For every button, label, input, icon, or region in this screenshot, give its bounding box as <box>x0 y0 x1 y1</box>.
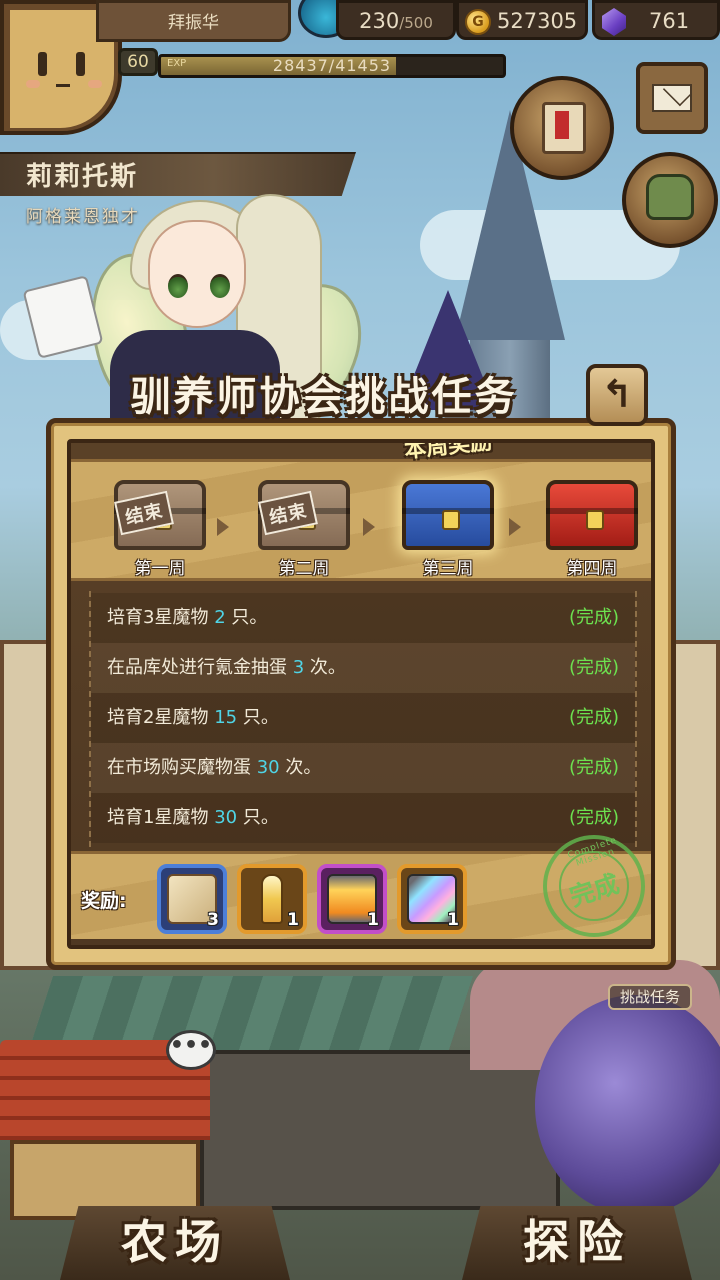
week-label: 第二周 <box>278 559 330 579</box>
task-unit: 次。 <box>279 757 322 778</box>
week-label: 第三周 <box>422 559 474 579</box>
winged-potion-icon <box>261 874 283 924</box>
stamina-bar: 230/500 <box>336 0 456 40</box>
task-unit: 只。 <box>225 607 268 628</box>
back-button[interactable]: ↰ <box>586 364 648 426</box>
gem-amount: 761 <box>649 9 690 33</box>
avatar-cheek <box>88 80 102 88</box>
task-text: 在品库处进行氪金抽蛋 <box>107 657 293 678</box>
exp-bar: EXP 28437/41453 <box>158 54 506 78</box>
envelope-icon <box>652 84 692 112</box>
task-status: (完成) <box>568 707 619 728</box>
scroll-icon <box>542 102 586 154</box>
chat-bubble-icon[interactable]: ••• <box>166 1030 216 1070</box>
reward-item[interactable]: 1 <box>397 864 467 934</box>
arrow-right-icon <box>509 518 521 536</box>
panel-title: 驯养师协会挑战任务 <box>130 374 518 420</box>
player-name: 拜振华 <box>96 0 291 42</box>
week-item[interactable]: 第四周 <box>527 462 651 584</box>
task-text: 在市场购买魔物蛋 <box>107 757 257 778</box>
task-status: (完成) <box>568 607 619 628</box>
week-item[interactable]: 结束 第二周 <box>239 462 369 584</box>
background-purple-tree <box>535 995 720 1215</box>
task-row: 培育3星魔物 2 只。 (完成) <box>91 593 635 643</box>
task-text: 培育3星魔物 <box>107 607 215 628</box>
week-reward-strip: 结束 第一周 结束 第二周 本周奖励 第三周 第四周 <box>71 443 651 584</box>
fairy-face <box>148 220 246 328</box>
blue-chest-icon <box>402 480 494 550</box>
week-item-current[interactable]: 本周奖励 第三周 <box>383 443 513 584</box>
character-name: 莉莉托斯 <box>26 162 139 192</box>
avatar-cheek <box>26 80 40 88</box>
task-row: 培育1星魔物 30 只。 (完成) <box>91 793 635 843</box>
task-list: 培育3星魔物 2 只。 (完成) 在品库处进行氪金抽蛋 3 次。 (完成) 培育… <box>89 591 637 847</box>
gem-bar[interactable]: 761 <box>592 0 720 40</box>
week-label: 第四周 <box>566 559 618 579</box>
task-count: 15 <box>214 707 238 728</box>
level-badge: 60 <box>118 48 158 76</box>
task-text: 培育2星魔物 <box>107 707 215 728</box>
avatar-mouth <box>56 84 70 87</box>
task-row: 在市场购买魔物蛋 30 次。 (完成) <box>91 743 635 793</box>
stamina-max: /500 <box>399 14 433 32</box>
avatar-eye <box>38 52 47 76</box>
stamina-current: 230 <box>359 9 400 33</box>
reward-item[interactable]: 1 <box>237 864 307 934</box>
challenge-task-button[interactable]: 挑战任务 <box>608 984 692 1010</box>
task-row: 在品库处进行氪金抽蛋 3 次。 (完成) <box>91 643 635 693</box>
task-status: (完成) <box>568 657 619 678</box>
explore-nav-button[interactable]: 探险 <box>462 1206 692 1280</box>
task-unit: 只。 <box>237 707 279 728</box>
reward-count: 1 <box>287 910 299 930</box>
gold-coin-icon: G <box>465 9 491 35</box>
reward-label: 奖励: <box>81 890 127 912</box>
gold-amount: 527305 <box>497 9 578 33</box>
task-text: 培育1星魔物 <box>107 807 215 828</box>
exp-text: 28437/41453 <box>272 56 392 75</box>
gold-bar[interactable]: G 527305 <box>456 0 588 40</box>
avatar-eye <box>76 52 85 76</box>
arrow-right-icon <box>217 518 229 536</box>
gem-icon <box>602 8 626 36</box>
task-count: 3 <box>292 657 305 678</box>
quest-scroll-button[interactable] <box>510 76 614 180</box>
week-item[interactable]: 结束 第一周 <box>95 462 225 584</box>
task-count: 30 <box>214 807 238 828</box>
task-status: (完成) <box>568 757 619 778</box>
mission-complete-stamp[interactable]: Complete Mission 完成 <box>543 835 645 937</box>
reward-count: 1 <box>367 910 379 930</box>
reward-count: 3 <box>207 910 219 930</box>
task-count: 2 <box>214 607 226 628</box>
fairy-eye <box>168 274 188 298</box>
task-unit: 次。 <box>304 657 346 678</box>
panel-inner: 结束 第一周 结束 第二周 本周奖励 第三周 第四周 培育3星魔物 2 只。 (… <box>67 439 655 949</box>
task-row: 培育2星魔物 15 只。 (完成) <box>91 693 635 743</box>
farm-nav-button[interactable]: 农场 <box>60 1206 290 1280</box>
reward-item[interactable]: 3 <box>157 864 227 934</box>
this-week-reward-badge: 本周奖励 <box>403 439 494 464</box>
task-count: 30 <box>256 757 280 778</box>
inventory-bag-button[interactable] <box>622 152 718 248</box>
background-building <box>200 1050 560 1210</box>
bag-icon <box>646 174 694 220</box>
week-label: 第一周 <box>134 559 186 579</box>
fairy-eye <box>210 274 230 298</box>
mail-button[interactable] <box>636 62 708 134</box>
red-chest-icon <box>546 480 638 550</box>
arrow-right-icon <box>363 518 375 536</box>
task-unit: 只。 <box>237 807 279 828</box>
reward-item[interactable]: 1 <box>317 864 387 934</box>
challenge-mission-panel: 结束 第一周 结束 第二周 本周奖励 第三周 第四周 培育3星魔物 2 只。 (… <box>46 418 676 970</box>
reward-count: 1 <box>447 910 459 930</box>
